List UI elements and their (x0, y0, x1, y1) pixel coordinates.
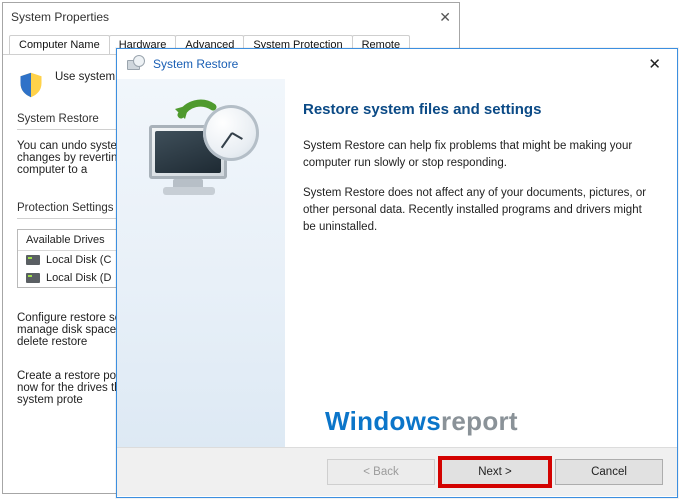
shield-icon (17, 71, 45, 99)
system-restore-content: Restore system files and settings System… (117, 79, 677, 447)
cancel-button[interactable]: Cancel (555, 459, 663, 485)
system-properties-titlebar: System Properties ✕ (3, 3, 459, 31)
drive-icon (26, 255, 40, 265)
wizard-heading: Restore system files and settings (303, 101, 653, 118)
wizard-paragraph: System Restore does not affect any of yo… (303, 185, 653, 235)
restore-illustration-icon (141, 99, 261, 209)
wizard-button-bar: < Back Next > Cancel (117, 447, 677, 496)
wizard-paragraph: System Restore can help fix problems tha… (303, 138, 653, 171)
wizard-sidebar (117, 79, 285, 447)
system-restore-title: System Restore (153, 57, 238, 71)
wizard-main: Restore system files and settings System… (285, 79, 677, 447)
system-restore-window: System Restore ✕ Restore system files an… (116, 48, 678, 498)
system-restore-titlebar: System Restore ✕ (117, 49, 677, 79)
drive-label: Local Disk (D (46, 272, 111, 284)
use-system-text: Use system (55, 71, 115, 83)
back-button: < Back (327, 459, 435, 485)
drive-icon (26, 273, 40, 283)
close-icon[interactable]: ✕ (642, 53, 667, 75)
watermark-logo: Windowsreport (325, 406, 518, 437)
close-icon[interactable]: ✕ (439, 3, 451, 31)
system-restore-icon (127, 55, 145, 73)
tab-computer-name[interactable]: Computer Name (9, 35, 110, 54)
next-button[interactable]: Next > (441, 459, 549, 485)
system-properties-title: System Properties (11, 3, 109, 31)
drive-label: Local Disk (C (46, 254, 111, 266)
